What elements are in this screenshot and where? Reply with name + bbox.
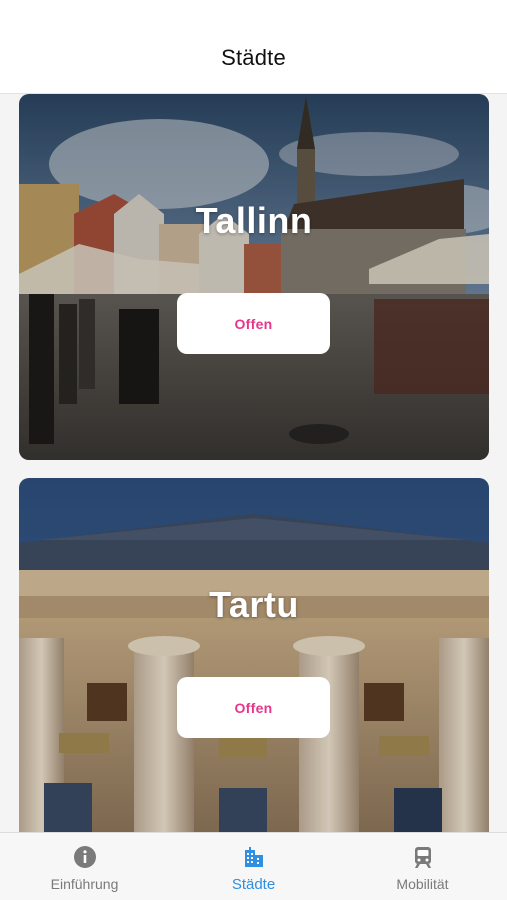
city-card-tartu[interactable]: Tartu Offen [19, 478, 489, 832]
tab-mobilitaet[interactable]: Mobilität [338, 833, 507, 900]
train-icon [410, 844, 436, 870]
open-button-tartu[interactable]: Offen [177, 677, 330, 738]
header-bar: Städte [0, 0, 507, 94]
tab-label-staedte: Städte [231, 876, 276, 893]
tab-label-einfuehrung: Einführung [50, 876, 119, 892]
city-image-tallinn [19, 94, 489, 460]
city-title-tartu: Tartu [209, 584, 299, 625]
city-image-tartu [19, 478, 489, 832]
city-title-tallinn: Tallinn [195, 200, 313, 241]
info-icon [72, 844, 98, 870]
tab-staedte[interactable]: Städte [169, 833, 338, 900]
app-screen: Städte Tallinn Offen Tartu Offen Einführ… [0, 0, 507, 900]
city-list[interactable]: Tallinn Offen Tartu Offen [0, 94, 507, 832]
open-button-tallinn[interactable]: Offen [177, 293, 330, 354]
page-title: Städte [221, 45, 286, 70]
tab-einfuehrung[interactable]: Einführung [0, 833, 169, 900]
tab-label-mobilitaet: Mobilität [396, 876, 449, 892]
bottom-tab-bar: Einführung Städte Mobilität [0, 832, 507, 900]
city-icon [241, 844, 267, 870]
city-card-tallinn[interactable]: Tallinn Offen [19, 94, 489, 460]
